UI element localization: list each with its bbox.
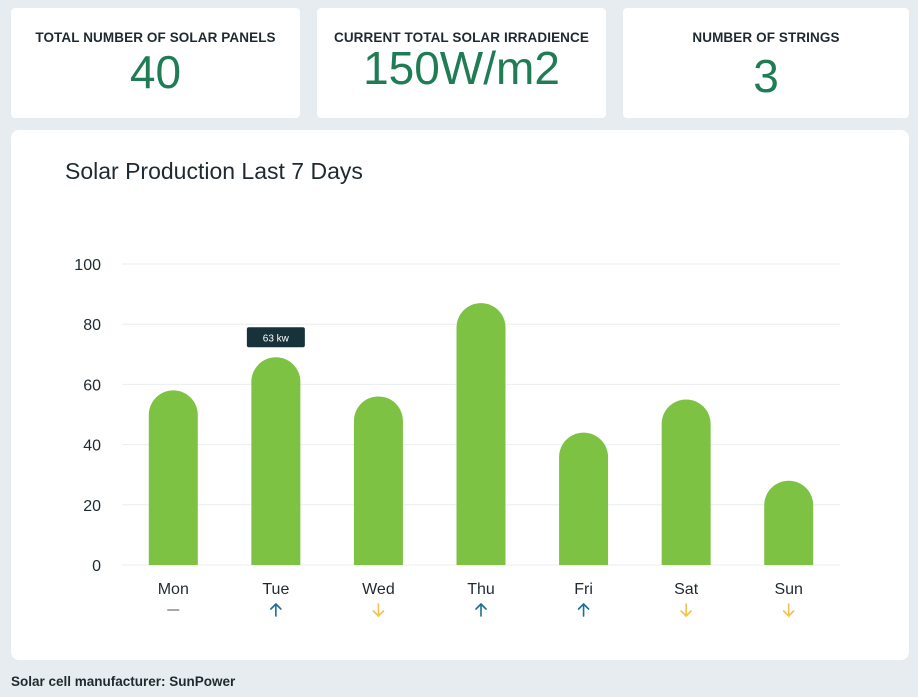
stat-card-irradiance: CURRENT TOTAL SOLAR IRRADIENCE 150W/m2 [317,8,606,118]
y-tick-label: 80 [83,317,101,334]
trend-up-icon [270,603,282,617]
bar-fri [559,432,609,565]
stat-label: TOTAL NUMBER OF SOLAR PANELS [35,30,276,45]
y-tick-label: 0 [92,558,101,575]
bar-mon [148,390,198,565]
stat-card-solar-panels: TOTAL NUMBER OF SOLAR PANELS 40 [11,8,300,118]
y-tick-label: 60 [83,377,101,394]
trend-down-icon [372,603,385,617]
trend-up-icon [577,603,590,617]
x-tick-label: Wed [362,581,395,598]
trend-down-icon [782,603,795,617]
x-tick-label: Mon [158,581,189,598]
stat-value: 40 [129,46,182,98]
y-tick-label: 40 [83,438,101,455]
stat-value: 150W/m2 [363,42,560,94]
trend-down-icon [680,603,692,617]
trend-up-icon [475,603,487,617]
bar-sun [764,480,814,565]
chart-card: Solar Production Last 7 Days 0 20 40 60 80 10… [11,130,909,660]
x-tick-label: Thu [467,581,495,598]
manufacturer-footer: Solar cell manufacturer: SunPower [11,674,236,689]
y-tick-label: 20 [83,498,101,515]
x-tick-label: Tue [262,581,289,598]
bar-sat [661,399,711,565]
bar-thu [456,303,506,565]
bar-chart: 0 20 40 60 80 100 Mon Tue 63 kw Wed Thu Fri Sat Sun [74,257,840,617]
x-tick-label: Sun [774,581,802,598]
bar-tue [251,357,301,565]
bar-wed [353,396,403,565]
stat-card-strings: NUMBER OF STRINGS 3 [623,8,909,118]
y-tick-label: 100 [74,257,101,274]
x-tick-label: Sat [674,581,699,598]
tooltip-text: 63 kw [263,333,290,344]
x-tick-label: Fri [574,581,593,598]
stat-value: 3 [753,50,779,102]
stat-label: NUMBER OF STRINGS [692,30,840,45]
